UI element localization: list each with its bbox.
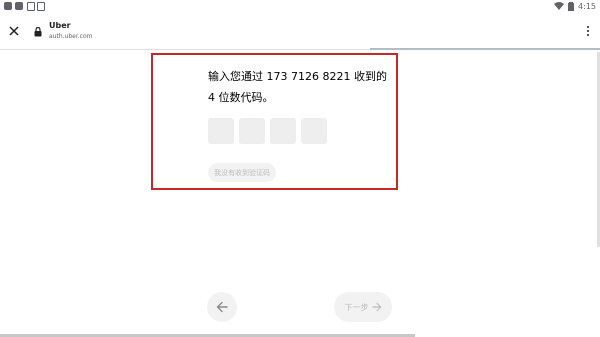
wifi-icon xyxy=(554,2,565,10)
resend-code-button[interactable]: 我没有收到验证码 xyxy=(208,163,276,182)
code-digit-4[interactable] xyxy=(301,118,327,144)
code-digit-3[interactable] xyxy=(270,118,296,144)
lock-notification-icon xyxy=(27,2,35,11)
next-button-label: 下一步 xyxy=(344,302,369,312)
verification-prompt: 输入您通过 173 7126 8221 收到的 4 位数代码。 xyxy=(208,70,387,104)
battery-icon xyxy=(568,1,575,11)
arrow-left-icon xyxy=(216,301,228,313)
image-notification-icon xyxy=(37,2,45,11)
arrow-right-icon xyxy=(371,302,381,312)
app-notification-icon xyxy=(15,2,23,10)
close-button[interactable] xyxy=(4,21,24,41)
status-right: 4:15 xyxy=(554,0,596,12)
code-input-group xyxy=(208,118,327,144)
more-options-button[interactable] xyxy=(582,23,594,39)
site-url[interactable]: auth.uber.com xyxy=(49,33,92,40)
page-load-progress xyxy=(370,48,600,50)
next-button[interactable]: 下一步 xyxy=(334,292,392,322)
more-vert-icon xyxy=(587,26,589,28)
status-bar: 4:15 xyxy=(0,0,600,12)
status-time: 4:15 xyxy=(578,1,596,11)
back-button[interactable] xyxy=(207,292,237,322)
code-digit-1[interactable] xyxy=(208,118,234,144)
code-digit-2[interactable] xyxy=(239,118,265,144)
site-title: Uber xyxy=(49,21,71,30)
app-notification-icon xyxy=(4,2,12,10)
browser-toolbar: Uber auth.uber.com xyxy=(0,13,600,50)
lock-icon[interactable] xyxy=(34,27,42,37)
close-icon xyxy=(9,26,19,36)
